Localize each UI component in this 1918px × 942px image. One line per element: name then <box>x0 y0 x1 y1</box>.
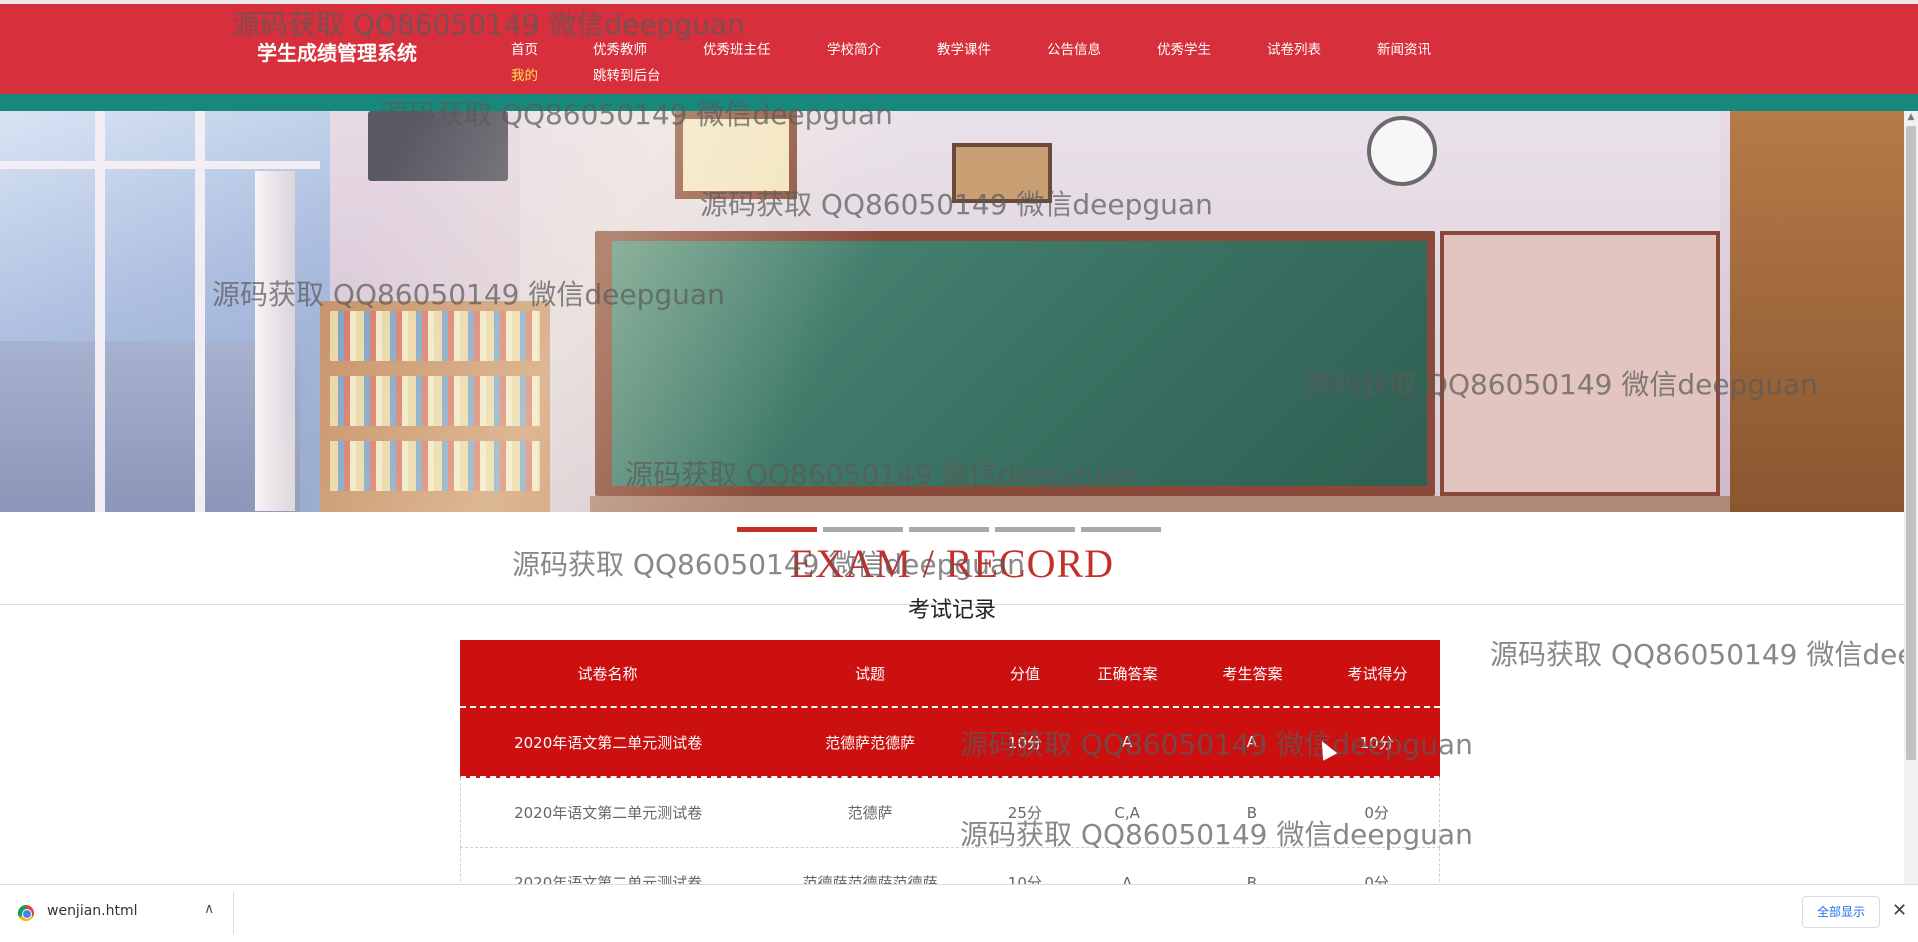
cell-score: 0分 <box>1364 804 1389 822</box>
nav-item-mine[interactable]: 我的 <box>511 64 593 84</box>
cell-correct-answer: A <box>1122 733 1133 751</box>
nav-item-excellent-students[interactable]: 优秀学生 <box>1157 38 1267 58</box>
nav-item-excellent-head-teachers[interactable]: 优秀班主任 <box>703 38 827 58</box>
col-header-score: 考试得分 <box>1347 664 1408 683</box>
col-header-student-answer: 考生答案 <box>1222 664 1283 683</box>
cell-student-answer: A <box>1246 733 1258 751</box>
col-header-points: 分值 <box>1009 664 1040 683</box>
slider-indicator-3[interactable] <box>909 527 989 532</box>
nav-item-news[interactable]: 新闻资讯 <box>1377 38 1457 58</box>
table-row[interactable]: 2020年语文第二单元测试卷 范德萨范德萨 10分 A A 10分 <box>460 708 1440 778</box>
slider-indicator-5[interactable] <box>1081 527 1161 532</box>
nav-item-admin[interactable]: 跳转到后台 <box>593 64 703 84</box>
slider-indicator-1[interactable] <box>737 527 817 532</box>
browser-download-bar <box>0 884 1918 942</box>
site-title: 学生成绩管理系统 <box>257 41 417 65</box>
nav-item-exam-list[interactable]: 试卷列表 <box>1267 38 1377 58</box>
nav-item-home[interactable]: 首页 <box>511 38 593 58</box>
col-header-correct-answer: 正确答案 <box>1097 664 1158 683</box>
cell-question: 范德萨范德萨 <box>825 733 916 752</box>
cell-points: 25分 <box>1007 804 1042 822</box>
nav-item-announcements[interactable]: 公告信息 <box>1047 38 1157 58</box>
slider-indicators <box>737 527 1161 532</box>
slider-indicator-4[interactable] <box>995 527 1075 532</box>
table-row[interactable]: 2020年语文第二单元测试卷 范德萨 25分 C,A B 0分 <box>460 778 1440 848</box>
watermark-text: 源码获取 QQ86050149 微信deepguan <box>1490 638 1904 671</box>
section-title-cn: 考试记录 <box>907 598 996 623</box>
banner-sunbeam <box>0 111 1904 512</box>
banner-image-classroom <box>0 111 1904 512</box>
cell-points: 10分 <box>1007 733 1042 752</box>
cell-student-answer: B <box>1246 803 1258 822</box>
cell-question: 范德萨 <box>847 804 893 822</box>
download-file-name[interactable]: wenjian.html <box>47 903 138 919</box>
nav-row-primary: 首页 优秀教师 优秀班主任 学校简介 教学课件 公告信息 优秀学生 试卷列表 新… <box>511 38 1457 58</box>
scrollbar-thumb[interactable] <box>1906 126 1916 760</box>
section-title-en: EXAM / RECORD <box>789 541 1115 586</box>
slider-indicator-2[interactable] <box>823 527 903 532</box>
nav-row-secondary: 我的 跳转到后台 <box>511 64 703 84</box>
cell-paper-name: 2020年语文第二单元测试卷 <box>514 804 703 822</box>
close-icon[interactable]: ✕ <box>1892 900 1907 921</box>
nav-item-excellent-teachers[interactable]: 优秀教师 <box>593 38 703 58</box>
nav-item-courseware[interactable]: 教学课件 <box>937 38 1047 58</box>
scroll-up-arrow-icon[interactable]: ▲ <box>1905 112 1917 124</box>
col-header-paper-name: 试卷名称 <box>577 664 638 683</box>
header-accent-strip <box>0 94 1918 111</box>
table-header-row: 试卷名称 试题 分值 正确答案 考生答案 考试得分 <box>460 640 1440 708</box>
chevron-up-icon[interactable]: ∧ <box>204 901 214 917</box>
chrome-file-icon <box>18 905 34 921</box>
nav-item-school-intro[interactable]: 学校简介 <box>827 38 937 58</box>
cell-correct-answer: C,A <box>1114 803 1140 822</box>
exam-record-table: 试卷名称 试题 分值 正确答案 考生答案 考试得分 2020年语文第二单元测试卷… <box>460 640 1440 918</box>
download-bar-divider <box>233 892 234 934</box>
col-header-question: 试题 <box>854 664 885 683</box>
show-all-button[interactable]: 全部显示 <box>1802 896 1880 928</box>
cell-paper-name: 2020年语文第二单元测试卷 <box>514 733 703 752</box>
